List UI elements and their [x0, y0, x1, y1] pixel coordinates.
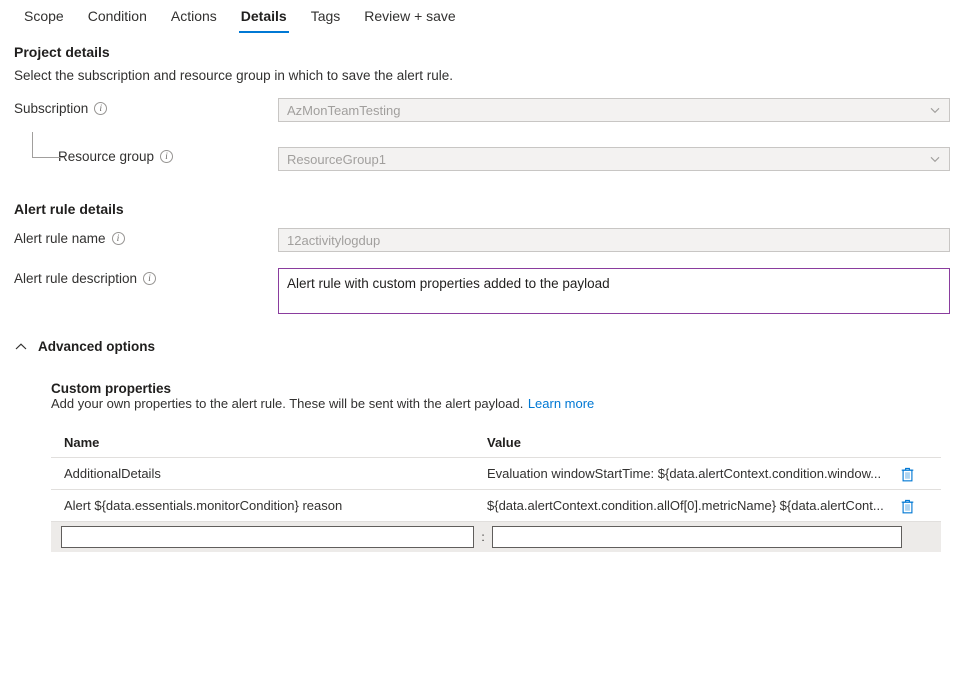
chevron-up-icon: [14, 340, 28, 354]
tab-condition[interactable]: Condition: [76, 0, 159, 35]
new-property-row: :: [51, 522, 941, 552]
resource-group-tree-connector: [32, 132, 64, 158]
alert-rule-description-label: Alert rule description: [14, 271, 137, 286]
trash-icon[interactable]: [900, 466, 915, 482]
custom-properties-heading: Custom properties: [51, 381, 954, 396]
table-header-row: Name Value: [51, 431, 941, 458]
trash-icon[interactable]: [900, 498, 915, 514]
custom-properties-description: Add your own properties to the alert rul…: [51, 396, 523, 411]
alert-rule-description-textarea[interactable]: [278, 268, 950, 314]
info-icon[interactable]: i: [112, 232, 125, 245]
chevron-down-icon: [929, 104, 941, 116]
column-header-value: Value: [487, 435, 941, 450]
tab-actions[interactable]: Actions: [159, 0, 229, 35]
advanced-options-toggle[interactable]: Advanced options: [14, 339, 155, 354]
alert-rule-details-heading: Alert rule details: [14, 201, 124, 217]
wizard-tabs: Scope Condition Actions Details Tags Rev…: [0, 0, 968, 38]
row-actions: [892, 466, 941, 482]
key-value-separator: :: [474, 530, 492, 544]
row-name: Alert ${data.essentials.monitorCondition…: [51, 498, 487, 513]
tab-tags[interactable]: Tags: [299, 0, 353, 35]
table-row[interactable]: Alert ${data.essentials.monitorCondition…: [51, 490, 941, 522]
custom-properties-table: Name Value AdditionalDetails Evaluation …: [51, 431, 941, 522]
new-property-name-input[interactable]: [61, 526, 474, 548]
row-value: ${data.alertContext.condition.allOf[0].m…: [487, 498, 892, 513]
project-details-heading: Project details: [14, 44, 110, 60]
alert-rule-description-label-group: Alert rule description i: [14, 268, 156, 286]
row-actions: [892, 498, 941, 514]
project-details-description: Select the subscription and resource gro…: [14, 68, 453, 83]
row-name: AdditionalDetails: [51, 466, 487, 481]
new-property-value-input[interactable]: [492, 526, 902, 548]
subscription-label: Subscription: [14, 101, 88, 116]
alert-rule-name-label-group: Alert rule name i: [14, 228, 125, 246]
info-icon[interactable]: i: [94, 102, 107, 115]
tab-details[interactable]: Details: [229, 0, 299, 35]
info-icon[interactable]: i: [160, 150, 173, 163]
alert-rule-name-label: Alert rule name: [14, 231, 106, 246]
chevron-down-icon: [929, 153, 941, 165]
alert-rule-name-input[interactable]: [278, 228, 950, 252]
subscription-dropdown[interactable]: AzMonTeamTesting: [278, 98, 950, 122]
advanced-options-label: Advanced options: [38, 339, 155, 354]
row-value: Evaluation windowStartTime: ${data.alert…: [487, 466, 892, 481]
table-row[interactable]: AdditionalDetails Evaluation windowStart…: [51, 458, 941, 490]
resource-group-value: ResourceGroup1: [287, 152, 929, 167]
subscription-value: AzMonTeamTesting: [287, 103, 929, 118]
details-pane: Project details Select the subscription …: [0, 38, 968, 552]
resource-group-label: Resource group: [58, 149, 154, 164]
column-header-name: Name: [51, 435, 487, 450]
learn-more-link[interactable]: Learn more: [528, 396, 594, 411]
tab-scope[interactable]: Scope: [12, 0, 76, 35]
subscription-label-group: Subscription i: [14, 98, 107, 116]
info-icon[interactable]: i: [143, 272, 156, 285]
tab-review-save[interactable]: Review + save: [352, 0, 467, 35]
resource-group-dropdown[interactable]: ResourceGroup1: [278, 147, 950, 171]
